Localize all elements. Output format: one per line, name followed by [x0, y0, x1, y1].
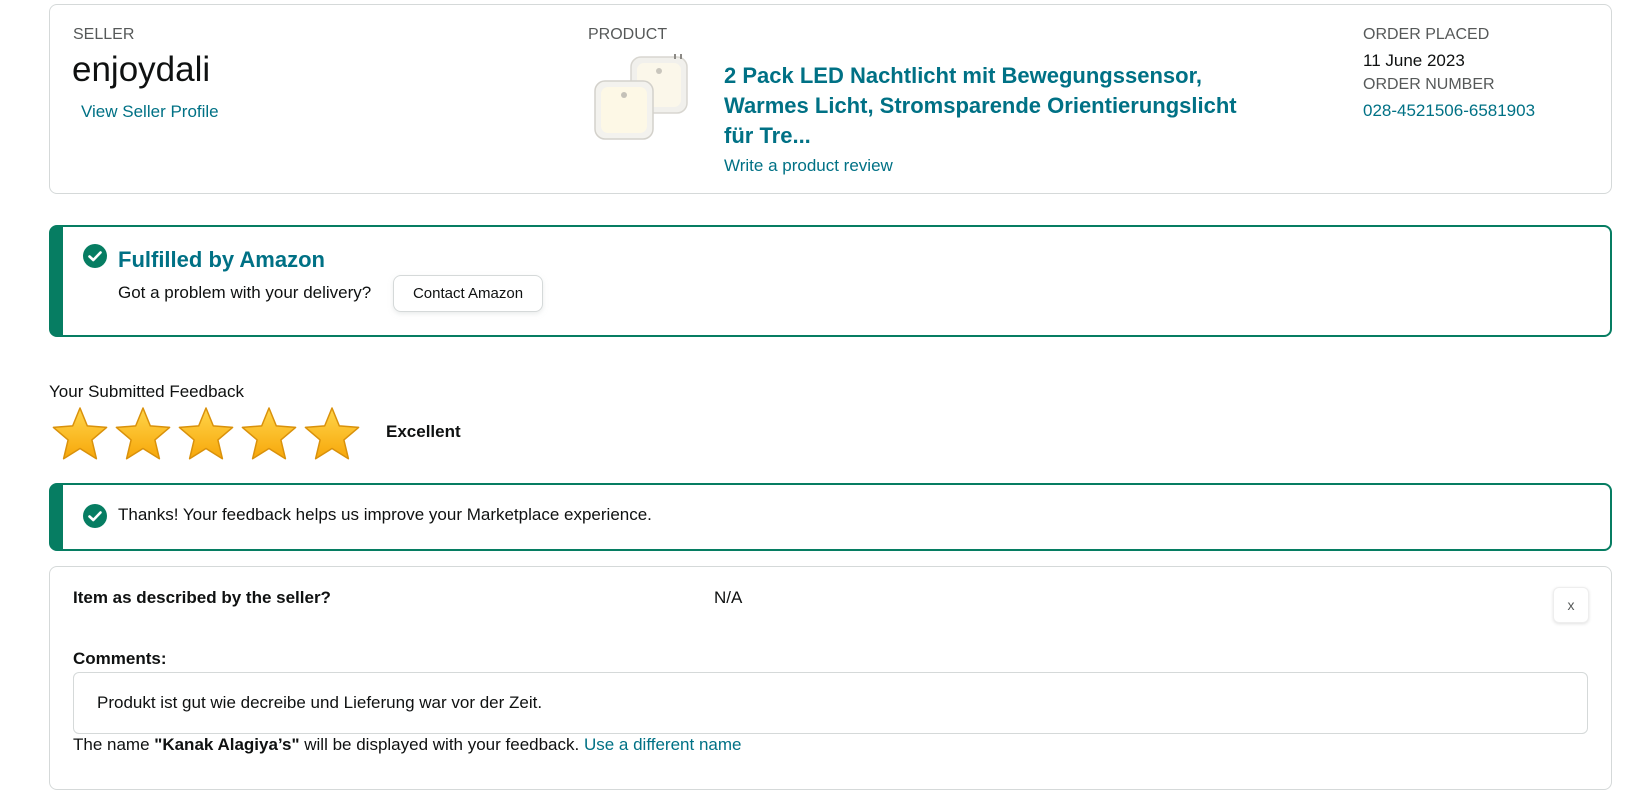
comments-label: Comments: [73, 649, 167, 668]
star-icon [115, 407, 171, 460]
seller-name: enjoydali [72, 50, 211, 89]
display-name-line: The name "Kanak Alagiya’s" will be displ… [73, 735, 741, 755]
close-button[interactable]: x [1553, 587, 1589, 623]
order-summary-card: SELLER enjoydali View Seller Profile PRO… [49, 4, 1612, 194]
comment-text: Produkt ist gut wie decreibe und Lieferu… [73, 672, 1588, 734]
view-seller-profile-link[interactable]: View Seller Profile [81, 102, 219, 122]
star-icon [241, 407, 297, 460]
feedback-thanks-alert: Thanks! Your feedback helps us improve y… [49, 483, 1612, 551]
display-name: "Kanak Alagiya’s" [154, 735, 300, 754]
check-circle-icon [83, 244, 107, 268]
seller-label: SELLER [73, 26, 135, 43]
feedback-detail-card: Item as described by the seller? N/A x C… [49, 566, 1612, 790]
item-as-described-question: Item as described by the seller? [73, 588, 331, 607]
contact-amazon-button[interactable]: Contact Amazon [393, 275, 543, 312]
star-icon [178, 407, 234, 460]
star-rating [51, 406, 361, 462]
product-label: PRODUCT [588, 26, 668, 43]
order-placed-date: 11 June 2023 [1363, 51, 1465, 70]
write-product-review-link[interactable]: Write a product review [724, 156, 893, 176]
fulfilled-title: Fulfilled by Amazon [118, 247, 325, 272]
submitted-feedback-heading: Your Submitted Feedback [49, 382, 244, 401]
thanks-message: Thanks! Your feedback helps us improve y… [118, 505, 652, 524]
order-number-label: ORDER NUMBER [1363, 76, 1495, 93]
display-name-prefix: The name [73, 735, 155, 754]
use-different-name-link[interactable]: Use a different name [584, 735, 742, 754]
star-icon [52, 407, 108, 460]
display-name-suffix: will be displayed with your feedback. [299, 735, 584, 754]
product-title-link[interactable]: 2 Pack LED Nachtlicht mit Bewegungssenso… [724, 61, 1264, 151]
item-as-described-answer: N/A [714, 588, 743, 607]
order-number-link[interactable]: 028-4521506-6581903 [1363, 101, 1535, 121]
product-image[interactable] [591, 51, 691, 145]
order-placed-label: ORDER PLACED [1363, 26, 1490, 43]
rating-text: Excellent [386, 422, 461, 441]
star-icon [304, 407, 360, 460]
delivery-problem-text: Got a problem with your delivery? [118, 283, 372, 302]
check-circle-icon [83, 504, 107, 528]
fulfilled-by-amazon-alert: Fulfilled by Amazon Got a problem with y… [49, 225, 1612, 337]
